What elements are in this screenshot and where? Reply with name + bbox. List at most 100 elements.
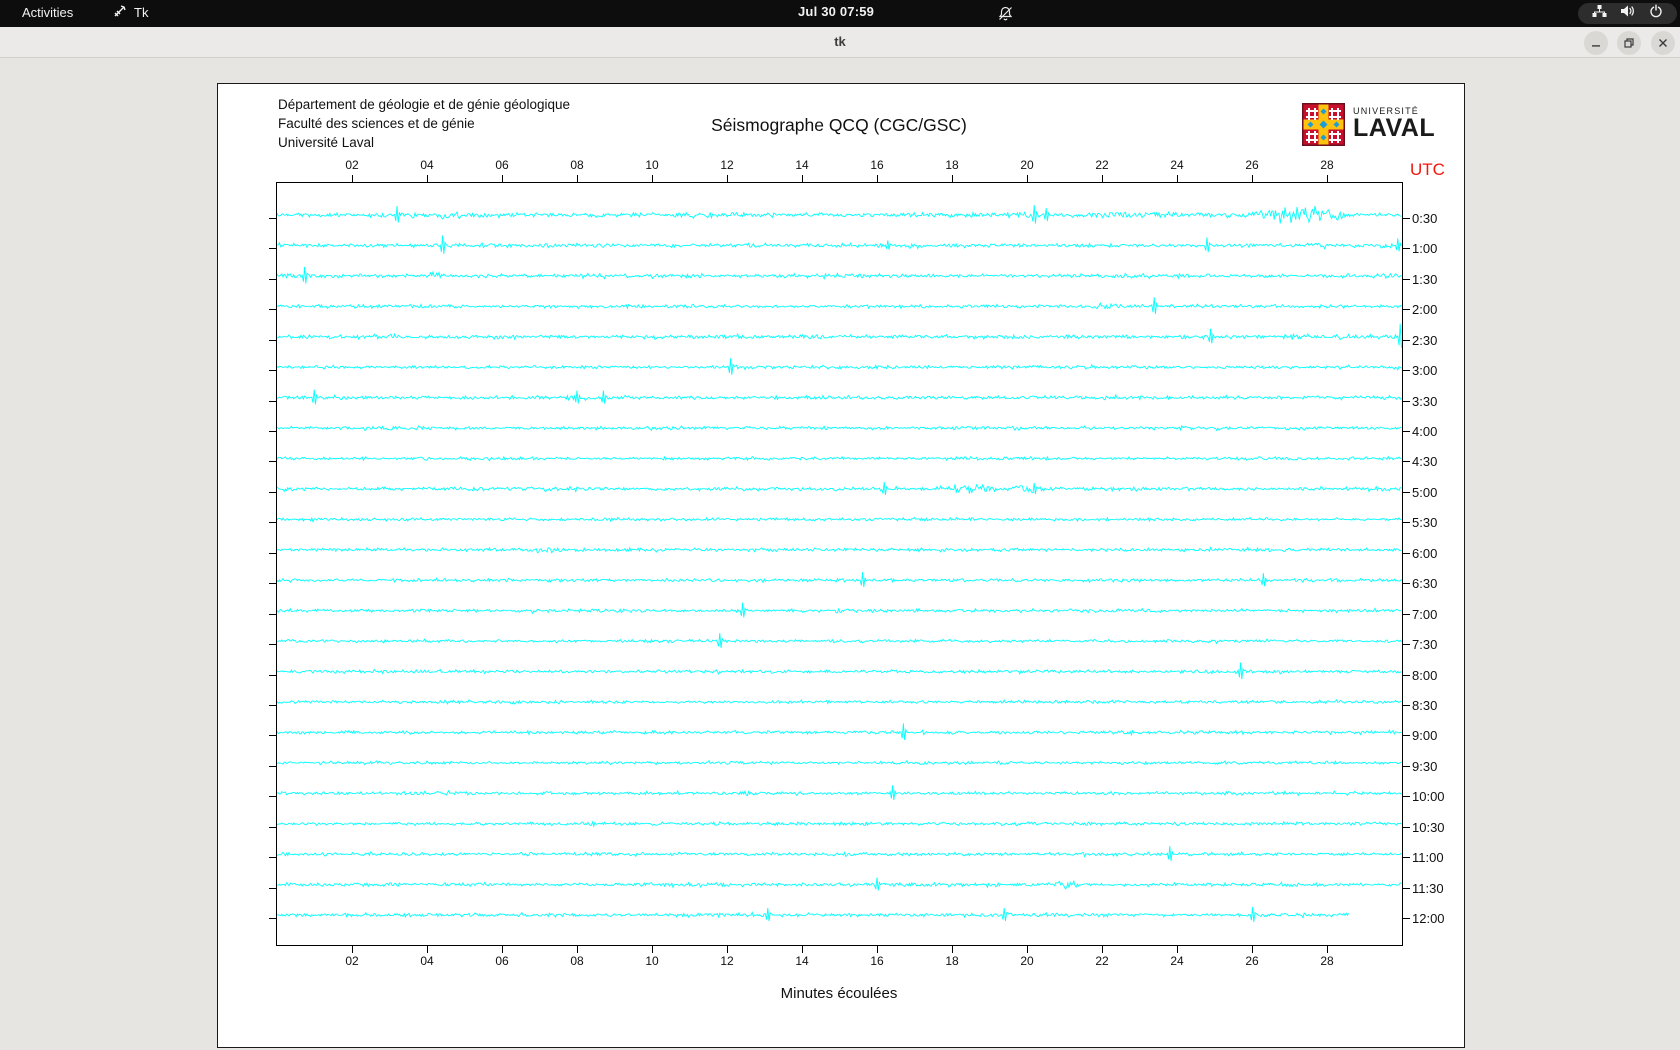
utc-row-label: 3:00 — [1412, 363, 1437, 378]
x-tick-mark-top — [802, 175, 803, 182]
x-tick-mark-bottom — [1252, 946, 1253, 953]
x-tick-label-bottom: 12 — [720, 954, 733, 968]
utc-row-tick-right — [1403, 370, 1410, 371]
utc-row-tick-right — [1403, 614, 1410, 615]
utc-row-tick-left — [269, 614, 276, 615]
x-tick-mark-bottom — [877, 946, 878, 953]
x-tick-mark-top — [577, 175, 578, 182]
x-tick-mark-top — [952, 175, 953, 182]
utc-row-tick-left — [269, 796, 276, 797]
x-tick-mark-bottom — [652, 946, 653, 953]
x-tick-label-top: 18 — [945, 158, 958, 172]
x-tick-mark-bottom — [502, 946, 503, 953]
utc-row-tick-right — [1403, 218, 1410, 219]
seismogram-trace-row — [277, 761, 1401, 765]
seismogram-trace-row — [277, 822, 1401, 827]
close-button[interactable] — [1651, 31, 1675, 55]
x-tick-label-top: 16 — [870, 158, 883, 172]
utc-row-tick-right — [1403, 888, 1410, 889]
utc-row-tick-right — [1403, 431, 1410, 432]
laval-logo: UNIVERSITÉ LAVAL — [1302, 103, 1435, 151]
window-title-bar[interactable]: tk — [0, 27, 1680, 58]
seismogram-trace-row — [277, 603, 1401, 618]
x-tick-mark-bottom — [1102, 946, 1103, 953]
seismogram-trace-row — [277, 235, 1401, 254]
clock-label[interactable]: Jul 30 07:59 — [798, 4, 874, 19]
utc-row-tick-left — [269, 279, 276, 280]
utc-row-tick-right — [1403, 735, 1410, 736]
utc-row-tick-right — [1403, 583, 1410, 584]
utc-row-tick-left — [269, 583, 276, 584]
utc-row-label: 10:30 — [1412, 820, 1445, 835]
utc-row-tick-left — [269, 888, 276, 889]
utc-row-label: 4:30 — [1412, 454, 1437, 469]
gnome-top-bar: Activities Tk Jul 30 07:59 — [0, 0, 1680, 27]
utc-row-tick-left — [269, 644, 276, 645]
x-tick-mark-top — [1252, 175, 1253, 182]
network-wired-icon — [1592, 4, 1607, 23]
utc-row-label: 11:30 — [1412, 881, 1444, 896]
x-tick-mark-top — [1177, 175, 1178, 182]
seismograph-figure: Département de géologie et de génie géol… — [217, 83, 1465, 1048]
x-axis-title: Minutes écoulées — [639, 985, 1039, 1002]
utc-row-label: 4:00 — [1412, 424, 1437, 439]
x-tick-label-bottom: 06 — [495, 954, 508, 968]
x-tick-label-top: 12 — [720, 158, 733, 172]
seismogram-trace-row — [277, 267, 1401, 284]
utc-row-tick-right — [1403, 675, 1410, 676]
power-icon — [1649, 4, 1663, 23]
utc-row-tick-left — [269, 735, 276, 736]
seismogram-trace-row — [277, 518, 1401, 522]
utc-row-label: 2:00 — [1412, 302, 1437, 317]
utc-row-tick-left — [269, 766, 276, 767]
page-title: Séismographe QCQ (CGC/GSC) — [619, 115, 1059, 136]
utc-row-tick-left — [269, 857, 276, 858]
x-tick-mark-bottom — [802, 946, 803, 953]
utc-row-label: 3:30 — [1412, 394, 1437, 409]
restore-button[interactable] — [1617, 31, 1641, 55]
utc-row-label: 7:00 — [1412, 607, 1437, 622]
x-tick-label-top: 26 — [1245, 158, 1258, 172]
x-tick-mark-top — [727, 175, 728, 182]
x-tick-mark-top — [352, 175, 353, 182]
utc-row-tick-left — [269, 553, 276, 554]
utc-row-tick-right — [1403, 766, 1410, 767]
x-tick-label-bottom: 26 — [1245, 954, 1258, 968]
utc-row-tick-left — [269, 705, 276, 706]
x-tick-label-bottom: 20 — [1020, 954, 1033, 968]
activities-button[interactable]: Activities — [16, 4, 79, 21]
seismogram-trace-row — [277, 785, 1401, 800]
utc-row-tick-left — [269, 492, 276, 493]
utc-row-tick-left — [269, 218, 276, 219]
x-tick-mark-bottom — [1327, 946, 1328, 953]
utc-row-tick-right — [1403, 309, 1410, 310]
seismogram-trace-row — [277, 700, 1401, 704]
utc-row-tick-left — [269, 522, 276, 523]
x-tick-mark-bottom — [427, 946, 428, 953]
x-tick-label-top: 20 — [1020, 158, 1033, 172]
x-tick-label-top: 04 — [420, 158, 433, 172]
utc-row-tick-left — [269, 827, 276, 828]
utc-row-tick-right — [1403, 796, 1410, 797]
utc-row-label: 1:30 — [1412, 272, 1437, 287]
x-tick-label-bottom: 28 — [1320, 954, 1333, 968]
utc-row-label: 12:00 — [1412, 911, 1445, 926]
utc-row-label: 9:30 — [1412, 759, 1437, 774]
x-tick-label-bottom: 22 — [1095, 954, 1108, 968]
window-title: tk — [0, 34, 1680, 49]
focused-app-menu[interactable]: Tk — [113, 4, 148, 21]
seismogram-trace-row — [277, 324, 1401, 348]
tk-app-icon — [113, 4, 127, 21]
x-tick-label-bottom: 04 — [420, 954, 433, 968]
seismogram-traces — [277, 183, 1402, 945]
system-status-area[interactable] — [1578, 3, 1677, 24]
x-tick-label-top: 24 — [1170, 158, 1183, 172]
utc-row-tick-left — [269, 918, 276, 919]
minimize-button[interactable] — [1584, 31, 1608, 55]
x-tick-mark-top — [427, 175, 428, 182]
utc-row-label: 10:00 — [1412, 789, 1445, 804]
utc-row-tick-right — [1403, 401, 1410, 402]
x-tick-mark-bottom — [1027, 946, 1028, 953]
x-tick-label-bottom: 16 — [870, 954, 883, 968]
utc-row-tick-left — [269, 340, 276, 341]
